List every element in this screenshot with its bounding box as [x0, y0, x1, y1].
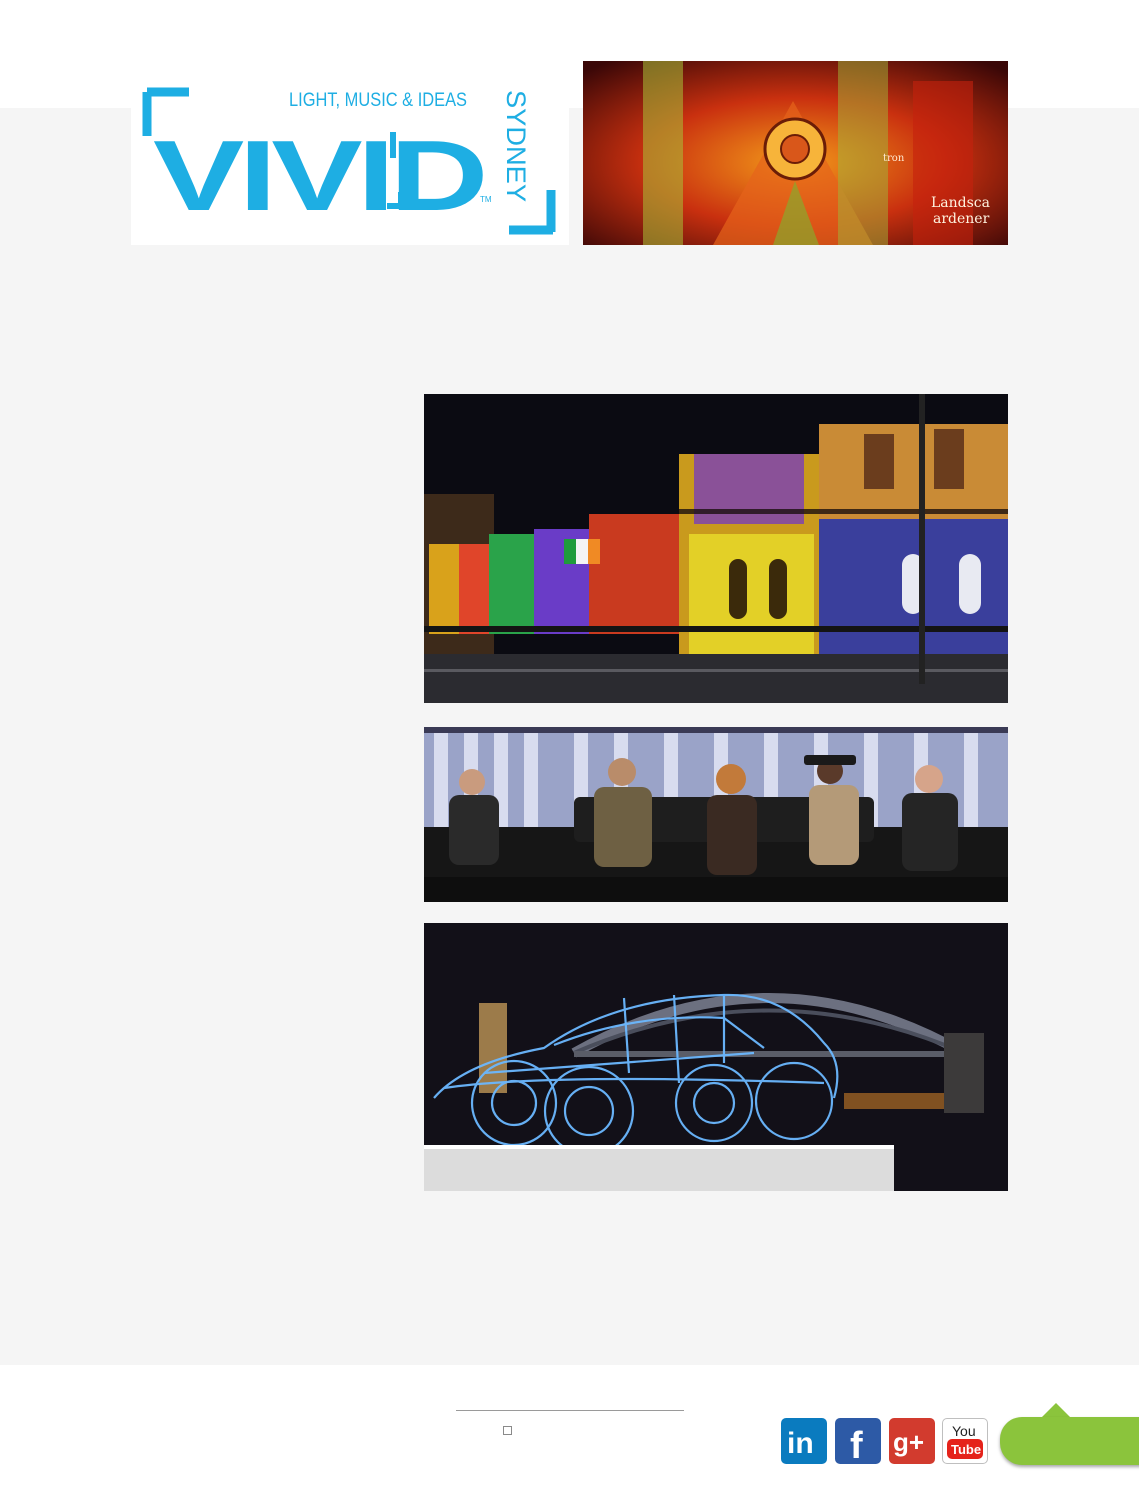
footer-marker-box	[503, 1426, 512, 1435]
vivid-sydney-logo: VIVID LIGHT, MUSIC & IDEAS SYDNEY TM	[131, 62, 569, 245]
logo-wordmark: VIVID	[153, 120, 484, 232]
cathedral-signage-3: ardener	[933, 211, 990, 227]
google-plus-icon[interactable]: g+	[889, 1418, 935, 1464]
logo-tagline: LIGHT, MUSIC & IDEAS	[289, 90, 467, 111]
youtube-icon[interactable]: You Tube	[942, 1418, 988, 1464]
cathedral-signage-1: tron	[883, 153, 905, 164]
logo-city: SYDNEY	[501, 90, 531, 202]
linkedin-label: in	[787, 1427, 814, 1460]
wireframe-car-light-sculpture-photo	[424, 923, 1008, 1191]
facebook-icon[interactable]: f	[835, 1418, 881, 1464]
cathedral-light-projection-photo: tron Landsca ardener	[583, 61, 1008, 245]
cathedral-signage-2: Landsca	[931, 195, 990, 211]
logo-trademark: TM	[480, 195, 492, 204]
illuminated-terraces-photo	[424, 394, 1008, 703]
linkedin-icon[interactable]: in	[781, 1418, 827, 1464]
facebook-label: f	[850, 1425, 863, 1464]
youtube-label-bottom: Tube	[951, 1442, 981, 1457]
panel-discussion-photo	[424, 727, 1008, 902]
youtube-label-top: You	[952, 1423, 976, 1439]
google-plus-label: g+	[893, 1427, 924, 1457]
footer-divider	[456, 1410, 684, 1411]
scroll-to-top-button[interactable]	[1000, 1417, 1139, 1465]
